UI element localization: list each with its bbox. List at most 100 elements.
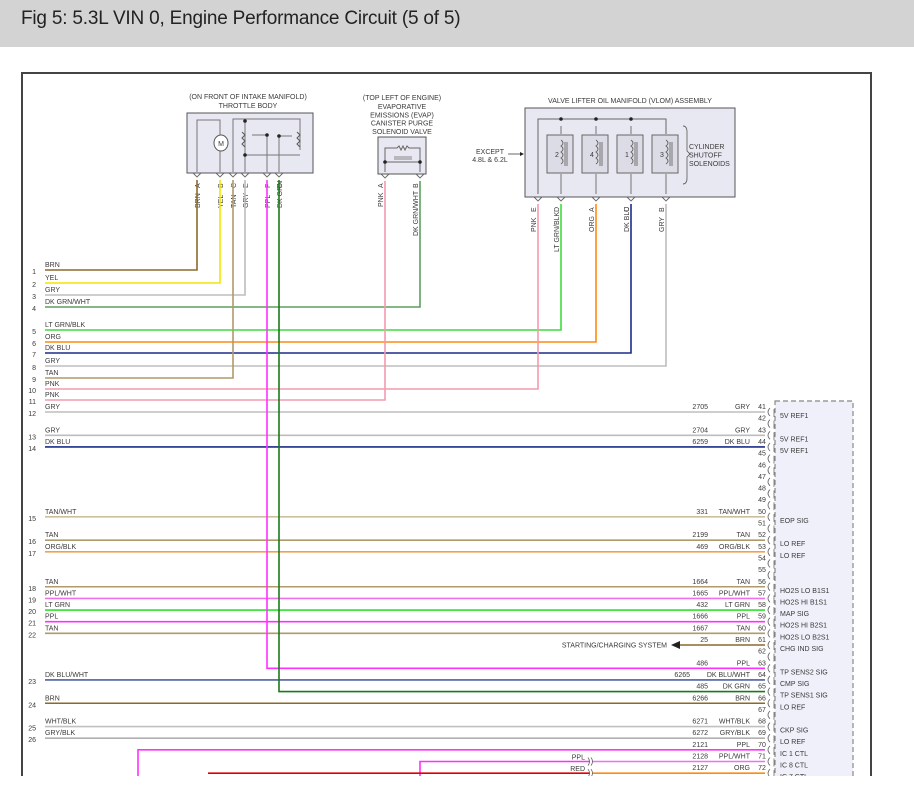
pcm-pin-function: HO2S HI B1S1 <box>780 599 827 606</box>
pcm-pin-function: EOP SIG <box>780 518 809 525</box>
evap-name-line: EVAPORATIVE <box>378 104 427 111</box>
harness-wire-color-label: TAN <box>45 370 58 377</box>
harness-wire-number: 4 <box>32 306 36 313</box>
harness-wire-number: 2 <box>32 282 36 289</box>
harness-wire-number: 11 <box>29 399 36 406</box>
harness-wire-color-label: LT GRN/BLK <box>45 322 86 329</box>
pcm-circuit-number: 486 <box>696 660 708 667</box>
pcm-pin-function: LO REF <box>780 739 805 746</box>
pcm-pin-function: MAP SIG <box>780 611 809 618</box>
harness-wire-color-label: LT GRN <box>45 602 70 609</box>
pcm-pin-number: 43 <box>758 427 766 434</box>
harness-wire-3 <box>45 180 246 296</box>
pcm-pin-number: 44 <box>758 439 766 446</box>
harness-wire-5 <box>45 204 562 331</box>
evap-pin-B-connector-icon <box>415 173 425 179</box>
harness-wire-color-label: BRN <box>45 262 60 269</box>
throttle-pin-wire-color: DK GRN <box>277 181 284 208</box>
pcm-pin-connector-icon <box>767 617 775 627</box>
harness-wire-1 <box>45 180 198 271</box>
junction-dot <box>265 133 269 137</box>
pcm-wire-color: DK GRN <box>723 684 750 691</box>
pcm-pin-function: LO REF <box>780 541 805 548</box>
throttle-pin-A-connector-icon <box>192 172 202 178</box>
inline-connector-wire-label: PPL <box>572 755 585 762</box>
harness-wire-color-label: GRY <box>45 287 60 294</box>
harness-wire-number: 25 <box>28 726 36 733</box>
pcm-pin-connector-icon <box>767 664 775 674</box>
pcm-pin-number: 61 <box>758 637 766 644</box>
pcm-circuit-number: 1667 <box>692 625 708 632</box>
harness-wire-number: 15 <box>28 516 36 523</box>
pcm-wire-color: ORG/BLK <box>719 544 750 551</box>
pcm-wire-color: GRY <box>735 427 750 434</box>
vlom-pin-wire-color: LT GRN/BLK <box>554 211 561 252</box>
vlom-pin-A-connector-icon <box>591 196 601 202</box>
pcm-pin-number: 50 <box>758 509 766 516</box>
pcm-pin-function: HO2S LO B2S1 <box>780 634 830 641</box>
pcm-pin-connector-icon <box>767 419 775 429</box>
junction-dot <box>559 117 563 121</box>
starting-charging-label: STARTING/CHARGING SYSTEM <box>562 643 667 650</box>
harness-wire-number: 16 <box>28 539 36 546</box>
pcm-wire-color: PPL <box>737 660 750 667</box>
diagram-frame <box>21 72 872 776</box>
harness-wire-number: 14 <box>28 446 36 453</box>
vlom-pin-C-connector-icon <box>626 196 636 202</box>
pcm-pin-connector-icon <box>767 687 775 697</box>
pcm-pin-number: 45 <box>758 451 766 458</box>
pcm-pin-function: IC 7 CTL <box>780 774 808 781</box>
pcm-pin-connector-icon <box>767 698 775 709</box>
pcm-pin-connector-icon <box>767 710 775 720</box>
pcm-pin-connector-icon <box>767 559 775 569</box>
pcm-wire-color: GRY/BLK <box>720 730 751 737</box>
harness-wire-10 <box>45 204 539 390</box>
pcm-pin-function: IC 1 CTL <box>780 751 808 758</box>
harness-wire-number: 8 <box>32 365 36 372</box>
pcm-circuit-number: 6259 <box>692 439 708 446</box>
harness-wire-number: 12 <box>28 411 36 418</box>
junction-dot <box>594 117 598 121</box>
throttle-pin-letter: F <box>265 184 272 188</box>
pcm-circuit-number: 6271 <box>692 719 708 726</box>
pcm-pin-connector-icon <box>767 489 775 499</box>
throttle-pin-letter: C <box>231 183 238 188</box>
pcm-pin-function: IC 8 CTL <box>780 763 808 770</box>
pcm-pin-connector-icon <box>767 477 775 487</box>
pcm-pin-connector-icon <box>767 629 775 639</box>
pcm-pin-function: 5V REF1 <box>780 436 809 443</box>
pcm-wire-color: TAN <box>737 625 750 632</box>
pcm-circuit-number: 6265 <box>674 672 690 679</box>
junction-dot <box>243 153 247 157</box>
throttle-pin-D-connector-icon <box>274 172 284 178</box>
throttle-pin-letter: E <box>243 183 250 188</box>
pcm-pin-number: 41 <box>758 404 766 411</box>
pcm-pin-function: 5V REF1 <box>780 413 809 420</box>
harness-wire-color-label: TAN <box>45 579 58 586</box>
pcm-pin-connector-icon <box>767 768 775 776</box>
pcm-wire-color: BRN <box>735 695 750 702</box>
throttle-pin-E-connector-icon <box>240 172 250 178</box>
throttle-body-location: (ON FRONT OF INTAKE MANIFOLD) <box>189 94 307 101</box>
harness-wire-color-label: DK BLU <box>45 439 70 446</box>
pcm-pin-number: 71 <box>758 754 766 761</box>
pcm-circuit-number: 331 <box>696 509 708 516</box>
harness-wire-color-label: BRN <box>45 695 60 702</box>
pcm-pin-number: 60 <box>758 625 766 632</box>
throttle-pin-F-connector-icon <box>262 172 272 178</box>
pcm-circuit-number: 2199 <box>692 532 708 539</box>
harness-wire-color-label: TAN <box>45 532 58 539</box>
harness-wire-number: 5 <box>32 329 36 336</box>
pcm-pin-function: CHG IND SIG <box>780 646 824 653</box>
pcm-circuit-number: 6266 <box>692 695 708 702</box>
pcm-pin-number: 42 <box>758 416 766 423</box>
pcm-pin-number: 58 <box>758 602 766 609</box>
pcm-wire-color: WHT/BLK <box>719 719 750 726</box>
harness-wire-number: 3 <box>32 294 36 301</box>
harness-wire-color-label: TAN/WHT <box>45 509 77 516</box>
pcm-circuit-number: 6272 <box>692 730 708 737</box>
pcm-pin-number: 69 <box>758 730 766 737</box>
evap-pin-letter: B <box>413 183 420 188</box>
pcm-pin-connector-icon <box>767 431 775 441</box>
harness-wire-color-label: PNK <box>45 381 60 388</box>
